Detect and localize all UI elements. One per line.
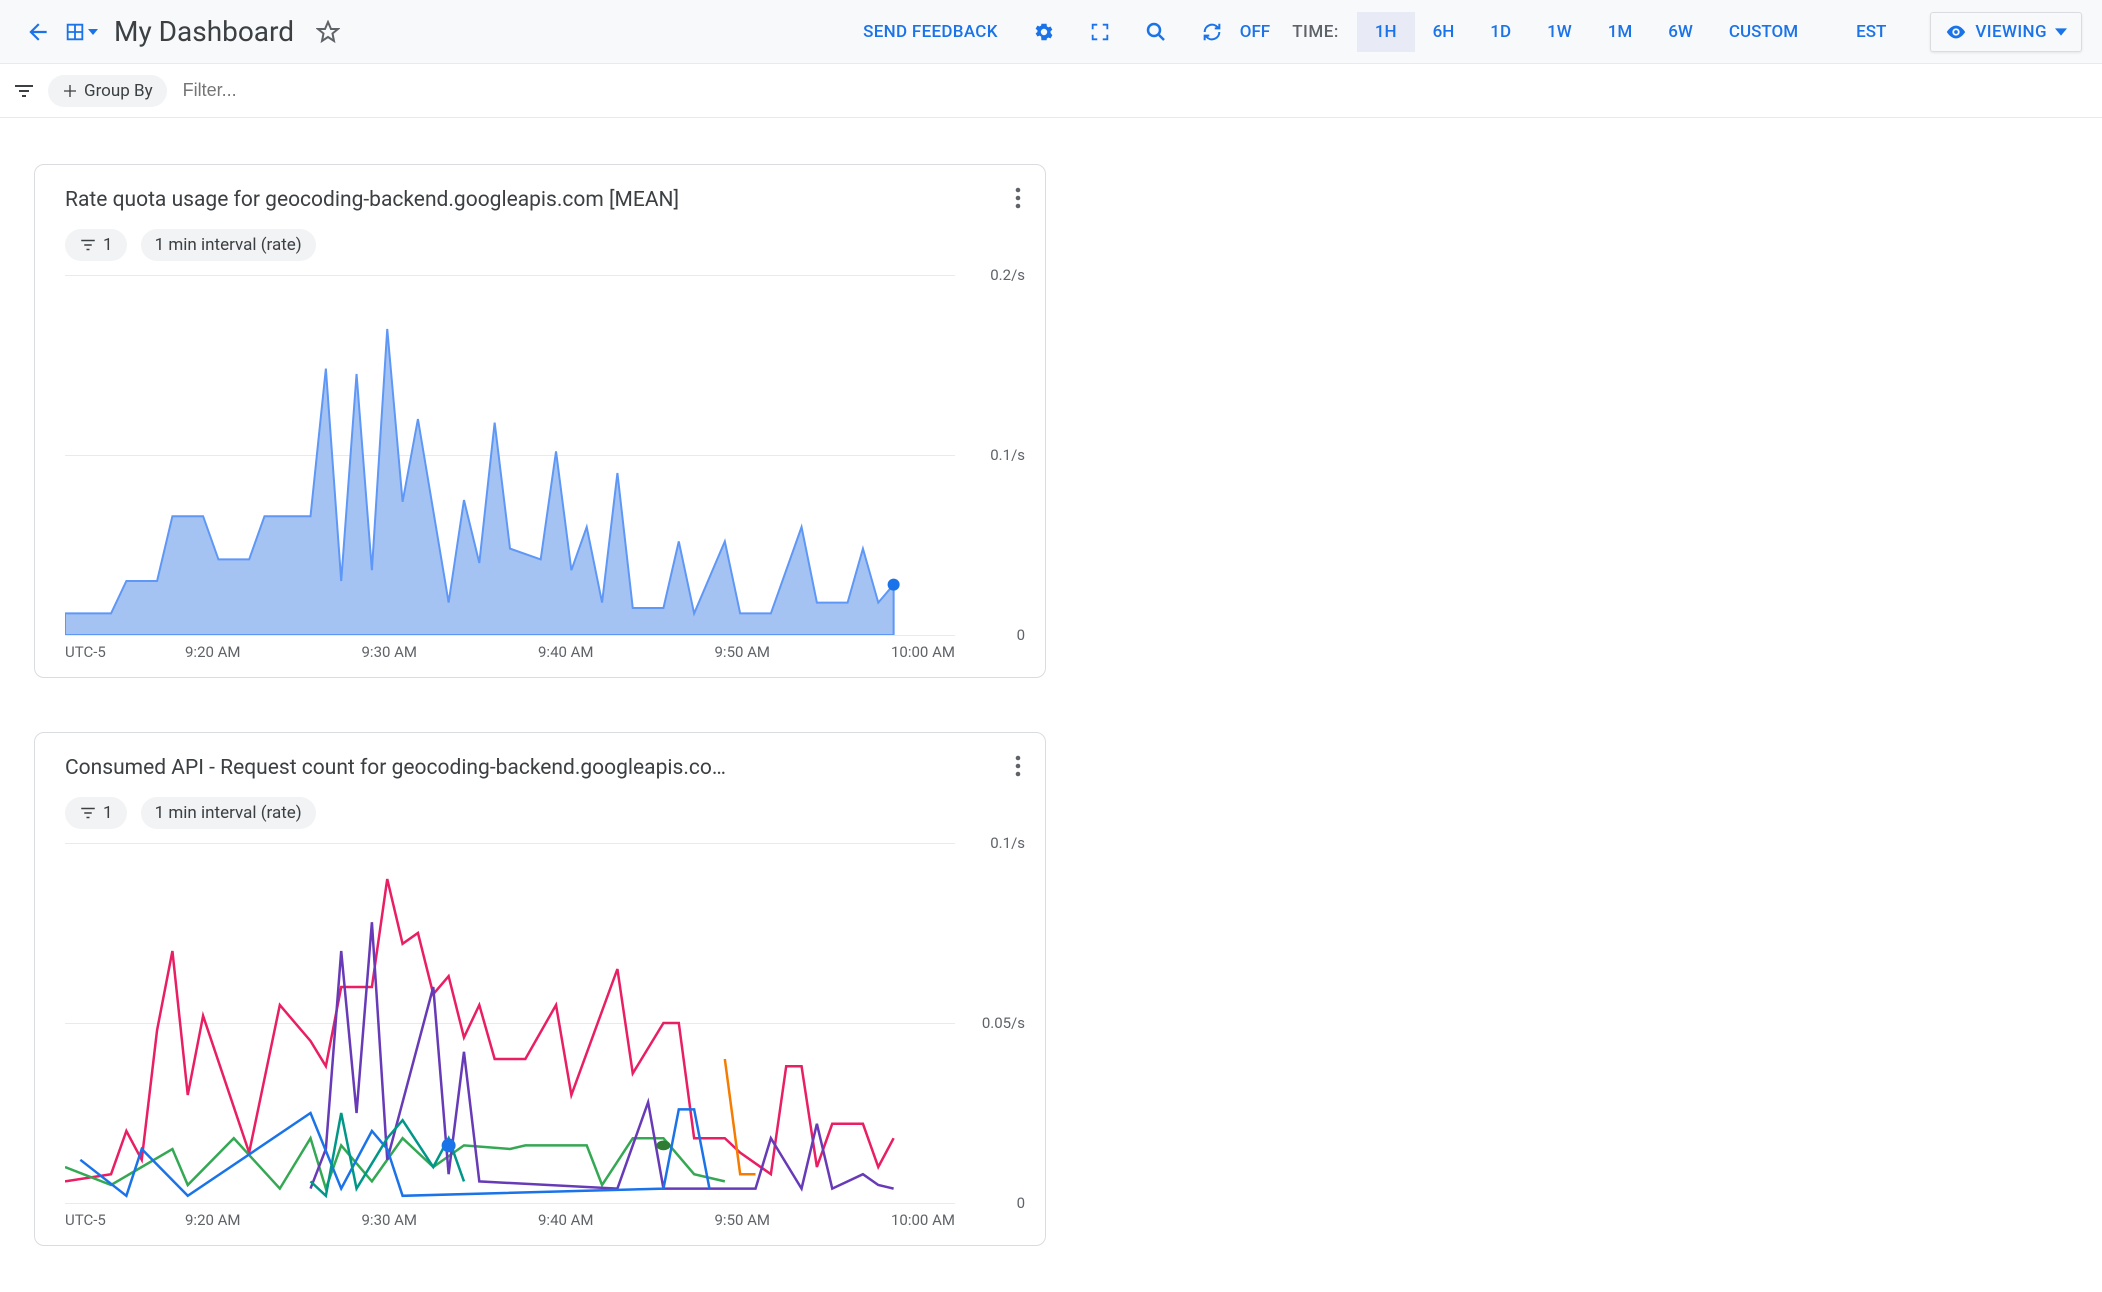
- viewing-mode-dropdown[interactable]: VIEWING: [1930, 12, 2082, 52]
- y-tick-label: 0: [1017, 1194, 1025, 1212]
- filter-icon[interactable]: [10, 77, 38, 105]
- x-tick-label: 10:00 AM: [891, 643, 955, 661]
- timezone-label: UTC-5: [65, 1211, 185, 1229]
- x-tick-label: 9:30 AM: [362, 1211, 418, 1229]
- interval-label: 1 min interval (rate): [155, 803, 302, 823]
- interval-chip[interactable]: 1 min interval (rate): [141, 229, 316, 261]
- chevron-down-icon: [2055, 28, 2067, 36]
- time-btn-6h[interactable]: 6H: [1415, 12, 1473, 52]
- dashboard-cards: Rate quota usage for geocoding-backend.g…: [0, 118, 2102, 1292]
- filter-count-label: 1: [103, 803, 113, 823]
- filter-lines-icon: [79, 806, 97, 820]
- eye-icon: [1945, 21, 1967, 43]
- y-tick-label: 0: [1017, 626, 1025, 644]
- x-axis: UTC-5 9:20 AM 9:30 AM 9:40 AM 9:50 AM 10:00 …: [35, 1203, 1045, 1229]
- x-tick-label: 9:50 AM: [715, 643, 771, 661]
- star-icon[interactable]: [310, 14, 346, 50]
- gear-icon[interactable]: [1026, 14, 1062, 50]
- y-tick-label: 0.1/s: [990, 446, 1025, 464]
- x-tick-label: 9:30 AM: [362, 643, 418, 661]
- y-tick-label: 0.1/s: [990, 834, 1025, 852]
- y-tick-label: 0.2/s: [990, 266, 1025, 284]
- x-tick-label: 9:40 AM: [538, 1211, 594, 1229]
- time-range-buttons: 1H 6H 1D 1W 1M 6W CUSTOM: [1357, 12, 1816, 52]
- x-tick-label: 9:20 AM: [185, 643, 241, 661]
- card-title: Consumed API - Request count for geocodi…: [65, 756, 726, 780]
- filter-count-chip[interactable]: 1: [65, 797, 127, 829]
- page-title: My Dashboard: [114, 15, 294, 48]
- x-axis: UTC-5 9:20 AM 9:30 AM 9:40 AM 9:50 AM 10:00 …: [35, 635, 1045, 661]
- refresh-off-label[interactable]: OFF: [1240, 22, 1270, 42]
- send-feedback-button[interactable]: SEND FEEDBACK: [849, 22, 1012, 42]
- refresh-icon[interactable]: [1194, 14, 1230, 50]
- fullscreen-icon[interactable]: [1082, 14, 1118, 50]
- chart-card-rate-quota: Rate quota usage for geocoding-backend.g…: [34, 164, 1046, 678]
- chart-card-request-count: Consumed API - Request count for geocodi…: [34, 732, 1046, 1246]
- y-tick-label: 0.05/s: [982, 1014, 1025, 1032]
- back-arrow-icon[interactable]: [20, 14, 56, 50]
- filter-row: Group By: [0, 64, 2102, 118]
- time-btn-1d[interactable]: 1D: [1472, 12, 1529, 52]
- plus-icon: [62, 83, 78, 99]
- more-icon[interactable]: [1015, 187, 1021, 213]
- interval-label: 1 min interval (rate): [155, 235, 302, 255]
- filter-lines-icon: [79, 238, 97, 252]
- time-btn-1h[interactable]: 1H: [1357, 12, 1415, 52]
- filter-count-label: 1: [103, 235, 113, 255]
- time-btn-6w[interactable]: 6W: [1650, 12, 1711, 52]
- filter-count-chip[interactable]: 1: [65, 229, 127, 261]
- search-icon[interactable]: [1138, 14, 1174, 50]
- timezone-label: UTC-5: [65, 643, 185, 661]
- x-tick-label: 10:00 AM: [891, 1211, 955, 1229]
- more-icon[interactable]: [1015, 755, 1021, 781]
- viewing-label: VIEWING: [1975, 22, 2047, 42]
- x-tick-label: 9:40 AM: [538, 643, 594, 661]
- chart-request-count[interactable]: 00.05/s0.1/s: [35, 843, 1045, 1203]
- time-btn-1w[interactable]: 1W: [1529, 12, 1590, 52]
- card-title: Rate quota usage for geocoding-backend.g…: [65, 188, 679, 212]
- x-tick-label: 9:50 AM: [715, 1211, 771, 1229]
- filter-input[interactable]: [177, 74, 2092, 107]
- toolbar: My Dashboard SEND FEEDBACK OFF TIME: 1H …: [0, 0, 2102, 64]
- timezone-btn[interactable]: EST: [1838, 12, 1904, 52]
- group-by-chip[interactable]: Group By: [48, 75, 167, 107]
- interval-chip[interactable]: 1 min interval (rate): [141, 797, 316, 829]
- dashboard-type-dropdown[interactable]: [64, 21, 98, 43]
- time-label: TIME:: [1292, 22, 1339, 42]
- time-btn-custom[interactable]: CUSTOM: [1711, 12, 1816, 52]
- time-btn-1m[interactable]: 1M: [1590, 12, 1651, 52]
- chart-rate-quota[interactable]: 00.1/s0.2/s: [35, 275, 1045, 635]
- x-tick-label: 9:20 AM: [185, 1211, 241, 1229]
- group-by-label: Group By: [84, 81, 153, 101]
